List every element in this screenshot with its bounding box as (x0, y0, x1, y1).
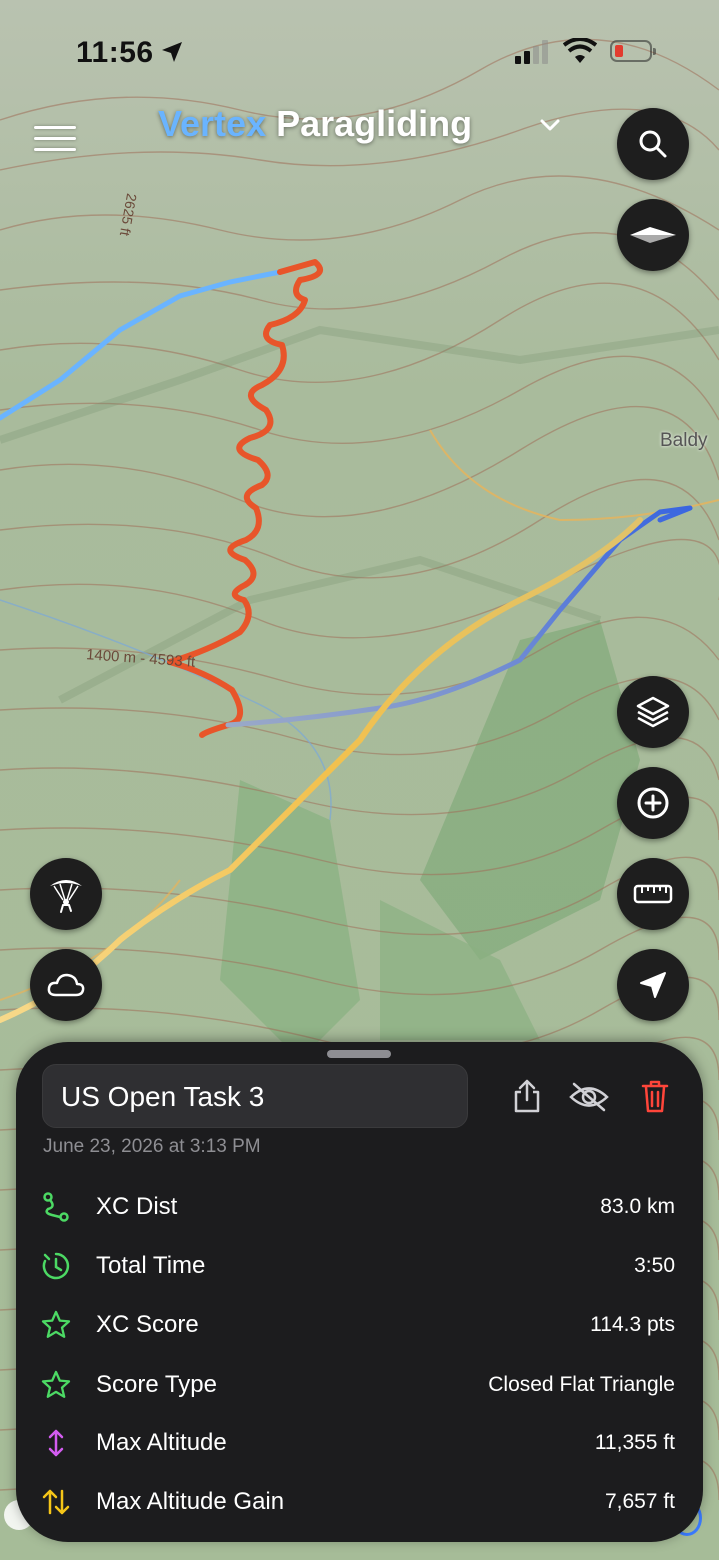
sheet-grabber[interactable] (327, 1050, 391, 1058)
stat-row-score-type: Score Type Closed Flat Triangle (16, 1365, 703, 1405)
layers-icon (636, 696, 670, 728)
brand-name: Vertex (158, 103, 267, 144)
star-icon (41, 1370, 71, 1398)
compass-icon (630, 227, 676, 243)
measure-button[interactable] (617, 858, 689, 930)
paraglider-icon (50, 880, 82, 913)
wifi-icon (563, 38, 597, 63)
timer-icon (42, 1252, 70, 1280)
cellular-signal-icon (515, 40, 548, 64)
stat-label: Max Altitude Gain (96, 1488, 285, 1515)
pilot-button[interactable] (30, 858, 102, 930)
search-button[interactable] (617, 108, 689, 180)
cloud-icon (47, 973, 85, 997)
compass-button[interactable] (617, 199, 689, 271)
menu-icon (34, 126, 76, 129)
location-services-icon (162, 42, 182, 62)
stat-label: Max Altitude (96, 1429, 227, 1456)
stat-row-xc-dist: XC Dist 83.0 km (16, 1187, 703, 1227)
stat-value: 3:50 (634, 1254, 675, 1277)
locate-button[interactable] (617, 949, 689, 1021)
stat-label: XC Dist (96, 1193, 178, 1220)
stat-label: Total Time (96, 1252, 206, 1279)
stat-row-max-altitude-gain: Max Altitude Gain 7,657 ft (16, 1482, 703, 1522)
plus-circle-icon (637, 787, 669, 819)
product-name: Paragliding (266, 103, 473, 144)
vertical-arrows-icon (48, 1429, 64, 1457)
stat-row-max-altitude: Max Altitude 11,355 ft (16, 1423, 703, 1463)
stat-label: Score Type (96, 1371, 217, 1398)
location-arrow-icon (640, 972, 666, 998)
stat-value: 114.3 pts (590, 1313, 675, 1336)
stat-value: 7,657 ft (604, 1490, 675, 1513)
track-details-sheet[interactable]: US Open Task 3 June 23, 2026 at 3:13 PM … (16, 1042, 703, 1542)
ruler-icon (633, 884, 673, 904)
layers-button[interactable] (617, 676, 689, 748)
route-icon (43, 1192, 69, 1222)
stat-value: Closed Flat Triangle (488, 1373, 675, 1396)
clock: 11:56 (76, 36, 154, 69)
up-down-arrows-icon (42, 1489, 70, 1515)
eye-slash-icon[interactable] (568, 1082, 610, 1112)
search-icon (639, 130, 667, 158)
star-icon (41, 1310, 71, 1338)
stat-value: 83.0 km (600, 1195, 675, 1218)
stat-label: XC Score (96, 1311, 199, 1338)
status-bar: 11:56 (0, 0, 719, 100)
share-icon[interactable] (512, 1078, 542, 1114)
battery-icon (610, 40, 656, 62)
add-waypoint-button[interactable] (617, 767, 689, 839)
menu-button[interactable] (34, 126, 76, 152)
app-title[interactable]: Vertex Paragliding (158, 103, 472, 145)
place-label: Baldy (660, 430, 708, 451)
stat-row-xc-score: XC Score 114.3 pts (16, 1305, 703, 1345)
track-date: June 23, 2026 at 3:13 PM (43, 1136, 261, 1157)
weather-button[interactable] (30, 949, 102, 1021)
stat-row-total-time: Total Time 3:50 (16, 1246, 703, 1286)
chevron-down-icon[interactable] (540, 118, 560, 132)
track-name-field[interactable]: US Open Task 3 (42, 1064, 468, 1128)
stat-value: 11,355 ft (594, 1431, 675, 1454)
track-name: US Open Task 3 (61, 1081, 265, 1112)
trash-icon[interactable] (640, 1078, 670, 1114)
